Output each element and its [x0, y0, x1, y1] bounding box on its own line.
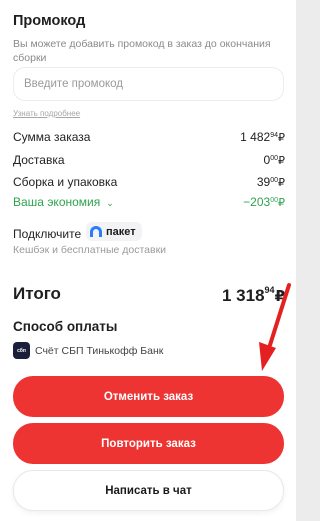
payment-method-label: Счёт СБП Тинькофф Банк — [35, 345, 164, 357]
assembly-row: Сборка и упаковка 3900₽ — [13, 175, 285, 191]
promo-title: Промокод — [13, 13, 86, 29]
assembly-value: 3900₽ — [256, 175, 285, 189]
sbp-icon: сбп — [13, 342, 30, 359]
savings-row[interactable]: Ваша экономия ⌄ −20300₽ — [13, 195, 285, 211]
payment-title: Способ оплаты — [13, 319, 118, 334]
chevron-down-icon: ⌄ — [106, 198, 114, 208]
order-sum-label: Сумма заказа — [13, 130, 91, 144]
learn-more-link[interactable]: Узнать подробнее — [13, 109, 80, 118]
total-label: Итого — [13, 284, 61, 303]
order-sum-row: Сумма заказа 1 48294₽ — [13, 130, 285, 146]
paket-connect-label: Подключите — [13, 227, 82, 241]
order-sum-value: 1 48294₽ — [240, 130, 285, 144]
paket-cashback-text: Кешбэк и бесплатные доставки — [13, 244, 167, 256]
delivery-label: Доставка — [13, 153, 65, 167]
delivery-row: Доставка 000₽ — [13, 153, 285, 169]
savings-label[interactable]: Ваша экономия ⌄ — [13, 195, 114, 209]
assembly-label: Сборка и упаковка — [13, 175, 118, 189]
paket-logo-icon — [90, 226, 102, 237]
promo-hint: Вы можете добавить промокод в заказ до о… — [13, 38, 271, 64]
savings-value: −20300₽ — [243, 195, 285, 209]
chat-button[interactable]: Написать в чат — [13, 470, 284, 511]
delivery-value: 000₽ — [263, 153, 285, 167]
promo-input[interactable] — [13, 67, 284, 101]
cancel-order-button[interactable]: Отменить заказ — [13, 376, 284, 417]
paket-logo-text: пакет — [106, 225, 136, 238]
repeat-order-button[interactable]: Повторить заказ — [13, 423, 284, 464]
total-value: 1 31894₽ — [222, 285, 285, 305]
order-details-card: Промокод Вы можете добавить промокод в з… — [0, 0, 296, 521]
paket-logo[interactable]: пакет — [86, 222, 142, 241]
